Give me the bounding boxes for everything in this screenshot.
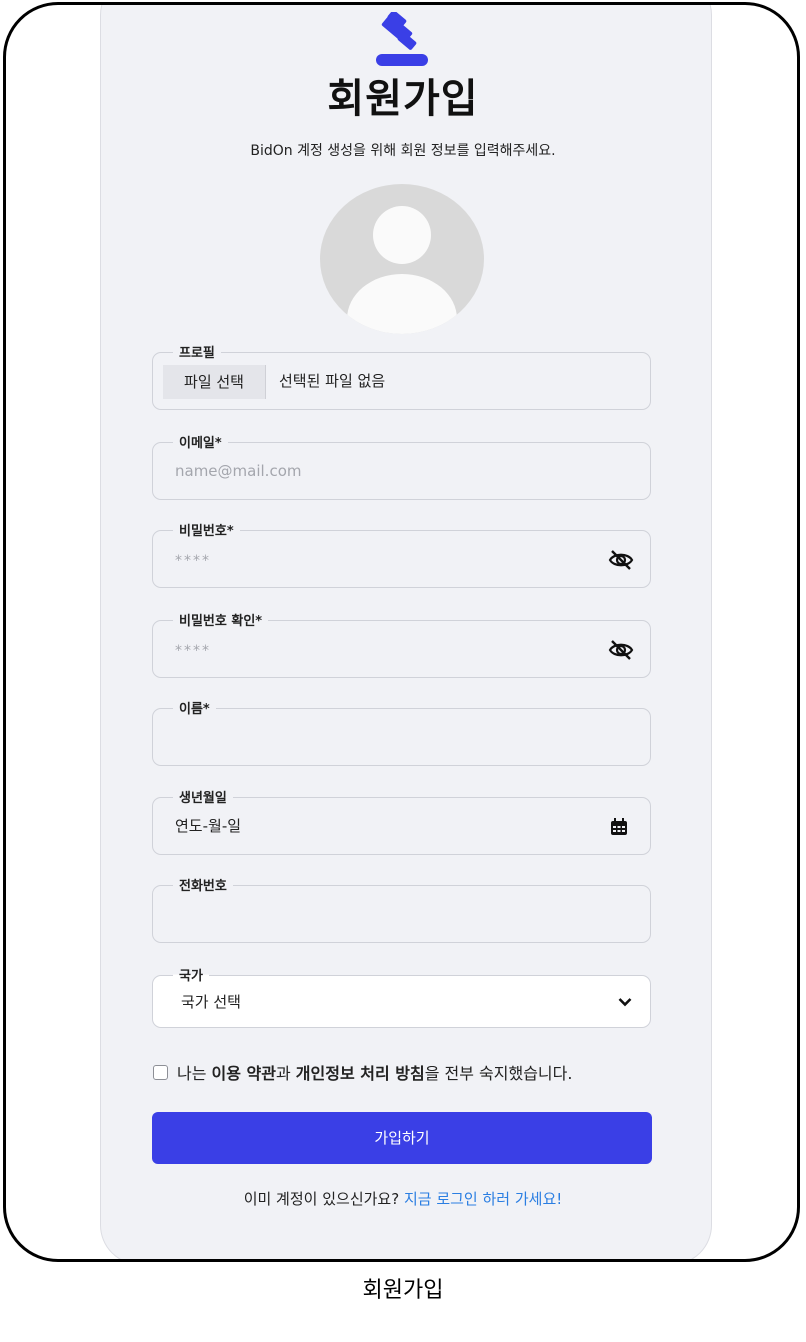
country-label: 국가 <box>173 965 209 984</box>
page-subtitle: BidOn 계정 생성을 위해 회원 정보를 입력해주세요. <box>250 143 556 159</box>
email-placeholder: name@mail.com <box>175 462 302 480</box>
page-title: 회원가입 <box>327 76 479 122</box>
agreement-mid: 과 <box>275 1064 296 1083</box>
password-field[interactable]: 비밀번호* **** <box>152 520 651 588</box>
eye-off-icon[interactable] <box>608 638 634 662</box>
calendar-icon[interactable] <box>610 818 628 836</box>
file-status: 선택된 파일 없음 <box>279 372 386 390</box>
chevron-down-icon <box>618 998 632 1007</box>
phone-field[interactable]: 전화번호 <box>152 875 651 943</box>
eye-off-icon[interactable] <box>608 548 634 572</box>
password-label: 비밀번호* <box>173 520 240 539</box>
terms-link[interactable]: 이용 약관 <box>212 1060 276 1084</box>
profile-label: 프로필 <box>173 342 221 361</box>
agreement-row: 나는 이용 약관 과 개인정보 처리 방침 을 전부 숙지했습니다. <box>153 1060 572 1084</box>
login-prompt-text: 이미 계정이 있으신가요? <box>243 1190 404 1208</box>
login-link[interactable]: 지금 로그인 하러 가세요! <box>404 1190 562 1208</box>
password-confirm-label: 비밀번호 확인* <box>173 610 269 629</box>
email-field[interactable]: 이메일* name@mail.com <box>152 432 651 500</box>
privacy-link[interactable]: 개인정보 처리 방침 <box>296 1060 425 1084</box>
image-caption: 회원가입 <box>362 1278 444 1303</box>
name-field[interactable]: 이름* <box>152 698 651 766</box>
country-selected: 국가 선택 <box>181 993 241 1011</box>
email-label: 이메일* <box>173 432 228 451</box>
avatar <box>320 184 484 334</box>
agreement-suffix: 을 전부 숙지했습니다. <box>424 1064 573 1083</box>
agreement-checkbox[interactable] <box>153 1064 168 1080</box>
avatar-head-shape <box>373 206 431 264</box>
login-prompt: 이미 계정이 있으신가요? 지금 로그인 하러 가세요! <box>0 1188 806 1209</box>
birthdate-field[interactable]: 생년월일 연도-월-일 <box>152 787 651 855</box>
birthdate-label: 생년월일 <box>173 787 233 806</box>
password-confirm-field[interactable]: 비밀번호 확인* **** <box>152 610 651 678</box>
signup-button[interactable]: 가입하기 <box>152 1112 652 1164</box>
phone-label: 전화번호 <box>173 875 233 894</box>
password-placeholder: **** <box>175 553 211 569</box>
agreement-prefix: 나는 <box>177 1064 212 1083</box>
choose-file-button[interactable]: 파일 선택 <box>163 365 266 399</box>
name-label: 이름* <box>173 698 216 717</box>
password-confirm-placeholder: **** <box>175 643 211 659</box>
birthdate-value: 연도-월-일 <box>175 817 242 835</box>
gavel-icon <box>376 12 428 66</box>
avatar-body-shape <box>347 274 457 334</box>
profile-file-field: 프로필 파일 선택 선택된 파일 없음 <box>152 342 651 410</box>
country-select[interactable]: 국가 국가 선택 <box>152 965 651 1028</box>
